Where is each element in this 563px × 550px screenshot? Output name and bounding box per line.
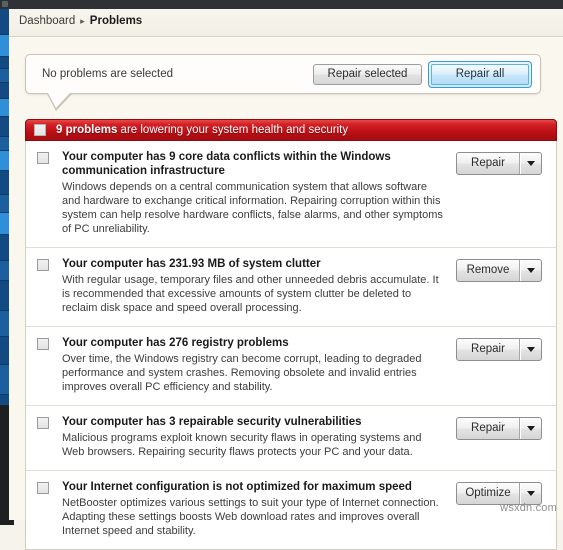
chevron-down-icon [527,347,535,352]
problem-body: Your computer has 276 registry problems … [62,336,456,394]
problems-summary-text: 9 problems are lowering your system heal… [56,124,348,136]
window-menu-icon [2,1,8,7]
problems-summary-rest: are lowering your system health and secu… [117,124,349,136]
problems-summary-banner: 9 problems are lowering your system heal… [25,119,557,141]
table-row[interactable]: Your computer has 276 registry problems … [26,327,556,406]
sidebar-segment[interactable] [0,235,9,261]
chevron-down-icon [527,426,535,431]
sidebar-segment[interactable] [0,57,9,69]
callout-tail-fill [48,93,70,108]
problem-action-dropdown-button[interactable] [520,339,541,360]
main-content: Dashboard ▸ Problems No problems are sel… [9,9,563,550]
callout-box: No problems are selected Repair selected… [25,54,541,94]
sidebar-segment[interactable] [0,9,9,35]
problem-title: Your computer has 276 registry problems [62,337,289,349]
breadcrumb-dashboard-link[interactable]: Dashboard [19,15,75,27]
problem-title: Your Internet configuration is not optim… [62,481,412,493]
problem-title: Your computer has 3 repairable security … [62,416,362,428]
problem-checkbox-cell [37,336,62,394]
problem-checkbox[interactable] [37,482,49,494]
problem-description: Over time, the Windows registry can beco… [62,353,422,393]
window-title-bar [0,0,563,9]
problem-body: Your Internet configuration is not optim… [62,480,456,538]
problem-action-split-button[interactable]: Remove [456,259,542,282]
sidebar-segment[interactable] [0,337,9,365]
problem-action-cell: Repair [456,415,548,459]
sidebar-segment[interactable] [0,213,9,235]
problem-checkbox[interactable] [37,152,49,164]
problem-action-cell: Repair [456,336,548,394]
problem-action-split-button[interactable]: Repair [456,338,542,361]
problem-action-cell: Remove [456,257,548,315]
problem-action-dropdown-button[interactable] [520,418,541,439]
problem-action-dropdown-button[interactable] [520,153,541,174]
problem-body: Your computer has 3 repairable security … [62,415,456,459]
sidebar-segment[interactable] [0,281,9,311]
sidebar-segment[interactable] [0,99,9,117]
problem-action-split-button[interactable]: Repair [456,417,542,440]
sidebar-segment[interactable] [0,137,9,151]
problem-checkbox-cell [37,257,62,315]
sidebar-segment[interactable] [0,83,9,99]
problems-list: Your computer has 9 core data conflicts … [25,141,557,550]
problem-checkbox-cell [37,480,62,538]
problem-checkbox-cell [37,150,62,236]
selection-status-text: No problems are selected [42,68,174,80]
breadcrumb-separator-icon: ▸ [80,15,85,26]
selection-callout: No problems are selected Repair selected… [25,54,541,111]
sidebar-segment[interactable] [0,151,9,171]
problem-action-button[interactable]: Repair [457,418,520,439]
sidebar-segment[interactable] [0,35,9,57]
chevron-down-icon [527,491,535,496]
sidebar-footer [0,405,9,520]
problem-description: NetBooster optimizes various settings to… [62,497,439,537]
table-row[interactable]: Your computer has 231.93 MB of system cl… [26,248,556,327]
breadcrumb-bar: Dashboard ▸ Problems [9,9,563,37]
problem-description: With regular usage, temporary files and … [62,274,439,314]
sidebar-segment[interactable] [0,117,9,137]
sidebar-segment[interactable] [0,171,9,195]
problem-action-button[interactable]: Repair [457,339,520,360]
repair-all-button[interactable]: Repair all [431,64,529,85]
sidebar-segment[interactable] [0,261,9,281]
sidebar-segment[interactable] [0,365,9,395]
repair-selected-button[interactable]: Repair selected [313,64,422,85]
problem-body: Your computer has 231.93 MB of system cl… [62,257,456,315]
table-row[interactable]: Your Internet configuration is not optim… [26,471,556,549]
problem-checkbox-cell [37,415,62,459]
sidebar-segment[interactable] [0,195,9,213]
left-sidebar [0,9,9,405]
chevron-down-icon [527,161,535,166]
sidebar-segment[interactable] [0,69,9,83]
repair-all-button-focus-ring[interactable]: Repair all [428,61,532,88]
problem-checkbox[interactable] [37,338,49,350]
sidebar-segment[interactable] [0,311,9,337]
breadcrumb: Dashboard ▸ Problems [19,15,142,27]
problem-title: Your computer has 231.93 MB of system cl… [62,258,321,270]
select-all-checkbox[interactable] [34,124,46,136]
problem-action-button[interactable]: Repair [457,153,520,174]
problem-title: Your computer has 9 core data conflicts … [62,151,391,177]
problem-action-button[interactable]: Remove [457,260,520,281]
chevron-down-icon [527,268,535,273]
breadcrumb-current-page: Problems [89,15,143,27]
problem-action-dropdown-button[interactable] [520,260,541,281]
table-row[interactable]: Your computer has 3 repairable security … [26,406,556,471]
problem-action-dropdown-button[interactable] [520,483,541,504]
problem-checkbox[interactable] [37,417,49,429]
problem-action-cell: Repair [456,150,548,236]
table-row[interactable]: Your computer has 9 core data conflicts … [26,141,556,248]
problem-action-button[interactable]: Optimize [457,483,520,504]
problems-count: 9 problems [56,124,118,136]
problem-body: Your computer has 9 core data conflicts … [62,150,456,236]
problem-description: Malicious programs exploit known securit… [62,432,422,458]
problem-action-split-button[interactable]: Repair [456,152,542,175]
problem-description: Windows depends on a central communicati… [62,181,443,235]
problem-checkbox[interactable] [37,259,49,271]
watermark: wsxdn.com [500,502,557,514]
